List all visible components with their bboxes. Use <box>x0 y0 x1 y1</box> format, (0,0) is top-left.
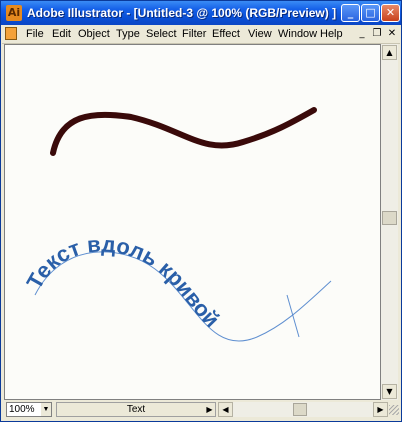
menu-edit[interactable]: Edit <box>52 27 71 41</box>
zoom-field[interactable]: 100% ▼ <box>6 402 52 417</box>
arrow-down-icon[interactable]: ▼ <box>382 384 397 399</box>
horizontal-scrollbar[interactable]: ◀ ▶ <box>218 402 388 417</box>
zoom-dropdown-icon[interactable]: ▼ <box>41 403 51 416</box>
status-field[interactable]: Text <box>56 402 216 417</box>
menu-filter[interactable]: Filter <box>182 27 206 41</box>
artwork-svg: Текст вдоль кривой <box>21 107 332 342</box>
menu-effect[interactable]: Effect <box>212 27 240 41</box>
vertical-scroll-thumb[interactable] <box>382 211 397 225</box>
artboard-canvas[interactable]: Текст вдоль кривой <box>4 44 381 400</box>
illustrator-window: Ai Adobe Illustrator - [Untitled-3 @ 100… <box>0 0 402 422</box>
window-title: Adobe Illustrator - [Untitled-3 @ 100% (… <box>27 6 337 20</box>
menu-object[interactable]: Object <box>78 27 110 41</box>
menu-bar: File Edit Object Type Select Filter Effe… <box>2 25 400 44</box>
title-bar[interactable]: Ai Adobe Illustrator - [Untitled-3 @ 100… <box>1 1 401 25</box>
horizontal-scroll-thumb[interactable] <box>293 403 307 416</box>
menu-type[interactable]: Type <box>116 27 140 41</box>
vertical-scrollbar[interactable]: ▲ ▼ <box>381 44 398 400</box>
status-text: Text <box>126 404 146 415</box>
arrow-up-icon[interactable]: ▲ <box>382 45 397 60</box>
path-end-marker <box>286 294 300 338</box>
menu-help[interactable]: Help <box>320 27 343 41</box>
status-menu-arrow-icon[interactable]: ▶ <box>204 402 215 417</box>
close-button[interactable]: ✕ <box>381 4 400 22</box>
resize-grip[interactable] <box>389 405 399 415</box>
brush-stroke-curve[interactable] <box>50 107 317 156</box>
doc-restore-button[interactable]: ❐ <box>371 28 383 39</box>
text-on-path-content: Текст вдоль кривой <box>21 231 224 332</box>
menu-file[interactable]: File <box>26 27 44 41</box>
menu-select[interactable]: Select <box>146 27 177 41</box>
arrow-right-icon[interactable]: ▶ <box>373 402 388 417</box>
text-on-path[interactable]: Текст вдоль кривой <box>21 231 224 332</box>
document-icon[interactable] <box>5 27 17 40</box>
doc-minimize-button[interactable]: _ <box>356 28 368 39</box>
maximize-button[interactable]: □ <box>361 4 380 22</box>
illustrator-app-icon[interactable]: Ai <box>6 5 22 21</box>
doc-close-button[interactable]: ✕ <box>386 28 398 39</box>
menu-view[interactable]: View <box>248 27 272 41</box>
menu-window[interactable]: Window <box>278 27 317 41</box>
arrow-left-icon[interactable]: ◀ <box>218 402 233 417</box>
zoom-value: 100% <box>9 404 35 415</box>
status-bar: 100% ▼ Text ▶ ◀ ▶ <box>4 401 398 419</box>
minimize-button[interactable]: _ <box>341 4 360 22</box>
